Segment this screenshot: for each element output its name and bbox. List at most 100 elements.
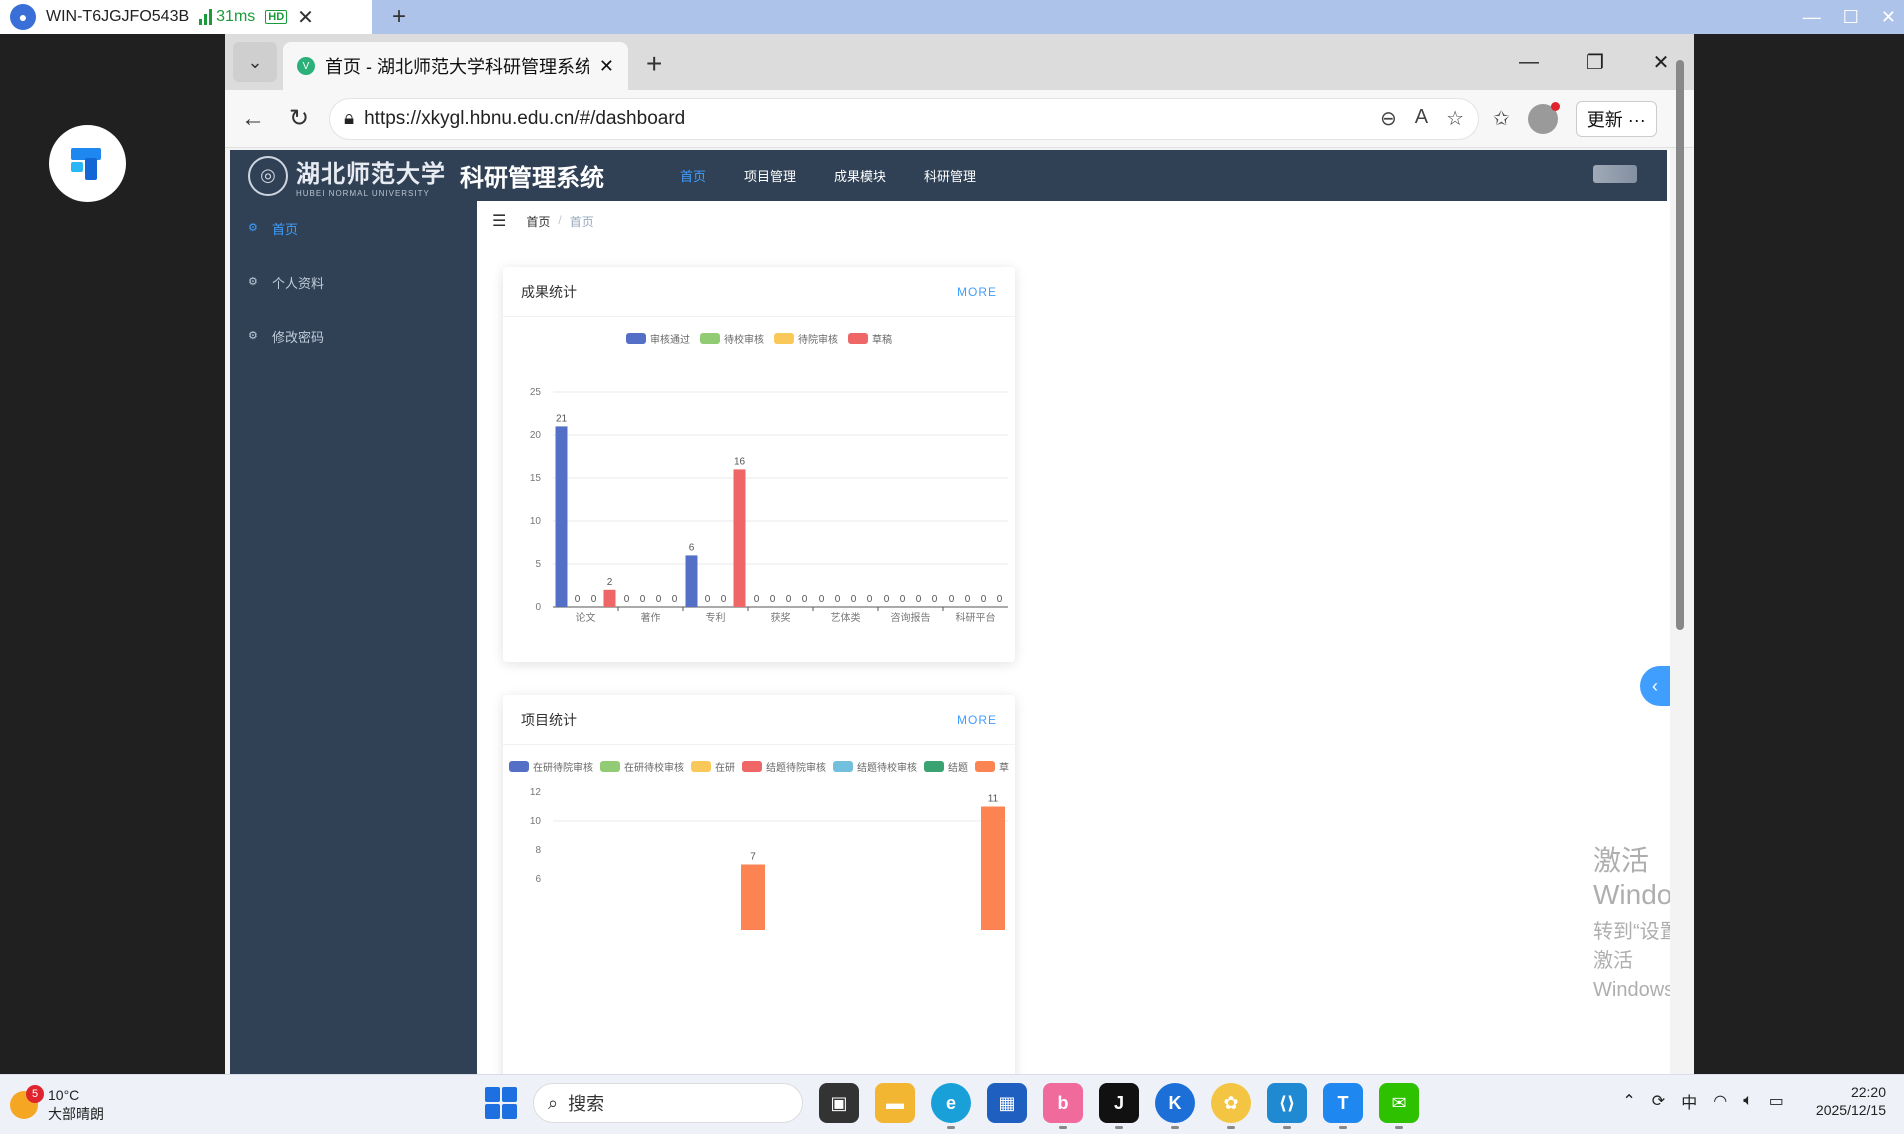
scrollbar-thumb[interactable] <box>1676 60 1684 630</box>
address-bar[interactable]: 🔒︎ https://xkygl.hbnu.edu.cn/#/dashboard… <box>329 97 1479 140</box>
sidebar-item-label: 修改密码 <box>272 329 325 345</box>
legend-item[interactable]: 结题待校审核 <box>833 759 917 774</box>
sidebar-item-home[interactable]: ⚙ 首页 <box>230 201 477 255</box>
legend-label: 草稿 <box>872 335 892 346</box>
volume-icon[interactable]: 🔈︎ <box>1743 1092 1753 1110</box>
wifi-icon[interactable]: ◠ <box>1713 1091 1727 1111</box>
legend-item[interactable]: 草 <box>975 759 1009 774</box>
update-button[interactable]: 更新 ··· <box>1575 100 1657 137</box>
clock[interactable]: 22:20 2025/12/15 <box>1816 1083 1886 1119</box>
url-text: https://xkygl.hbnu.edu.cn/#/dashboard <box>364 107 686 129</box>
time: 22:20 <box>1850 1084 1886 1100</box>
menu-home[interactable]: 首页 <box>680 166 706 185</box>
logo[interactable]: ◎ 湖北师范大学 HUBEI NORMAL UNIVERSITY 科研管理系统 <box>230 154 680 198</box>
more-link[interactable]: MORE <box>957 713 997 727</box>
menu-projects[interactable]: 项目管理 <box>744 166 796 185</box>
minimize-icon[interactable]: — <box>1496 51 1562 74</box>
legend-item[interactable]: 草稿 <box>848 331 892 346</box>
close-icon[interactable]: ✕ <box>1881 7 1896 28</box>
close-tab-icon[interactable]: ✕ <box>599 56 614 77</box>
minimize-icon[interactable]: — <box>1803 7 1821 28</box>
maximize-icon[interactable]: ☐ <box>1843 7 1859 28</box>
new-session-button[interactable]: + <box>392 3 406 31</box>
sync-icon[interactable]: ⟳ <box>1652 1091 1665 1111</box>
user-info[interactable] <box>1593 165 1637 183</box>
data-label: 16 <box>734 456 746 467</box>
data-label: 0 <box>981 594 987 605</box>
browser-tab-active[interactable]: V 首页 - 湖北师范大学科研管理系统 ✕ <box>283 42 628 90</box>
page-viewport: ◎ 湖北师范大学 HUBEI NORMAL UNIVERSITY 科研管理系统 … <box>230 150 1670 1074</box>
edge-browser-icon[interactable]: e <box>931 1083 971 1129</box>
remote-host: WIN-T6JGJFO543B <box>46 8 190 25</box>
close-icon[interactable]: ✕ <box>297 5 314 30</box>
page-scrollbar[interactable] <box>1674 40 1686 952</box>
zoom-icon[interactable]: ⊖ <box>1380 106 1397 131</box>
legend-item[interactable]: 审核通过 <box>626 331 690 346</box>
data-label: 0 <box>835 594 841 605</box>
data-label: 0 <box>591 594 597 605</box>
breadcrumb-item[interactable]: 首页 <box>526 213 550 230</box>
reload-icon[interactable]: ↻ <box>283 104 315 133</box>
menu-achievements[interactable]: 成果模块 <box>834 166 886 185</box>
task-view-icon[interactable]: ▣ <box>819 1083 859 1123</box>
data-label: 0 <box>965 594 971 605</box>
legend-item[interactable]: 结题待院审核 <box>742 759 826 774</box>
sidebar-item-password[interactable]: ⚙ 修改密码 <box>230 309 477 363</box>
bar <box>603 589 616 607</box>
legend-item[interactable]: 待院审核 <box>774 331 838 346</box>
favorite-star-icon[interactable]: ☆ <box>1446 106 1464 131</box>
logo-university-en: HUBEI NORMAL UNIVERSITY <box>296 188 430 198</box>
hamburger-icon[interactable]: ☰ <box>492 211 506 231</box>
file-explorer-icon[interactable]: ▬ <box>875 1083 915 1123</box>
back-icon[interactable]: ← <box>237 105 269 133</box>
y-tick-label: 15 <box>530 473 542 484</box>
sidebar-item-profile[interactable]: ⚙ 个人资料 <box>230 255 477 309</box>
legend-swatch <box>509 761 529 772</box>
desktop-app-icon[interactable] <box>49 125 126 202</box>
legend-label: 待校审核 <box>724 335 764 346</box>
notification-badge: 5 <box>26 1084 44 1103</box>
legend-item[interactable]: 在研待校审核 <box>600 759 684 774</box>
chevron-up-icon[interactable]: ⌃ <box>1622 1091 1635 1111</box>
ime-indicator[interactable]: 中 <box>1681 1089 1697 1113</box>
new-tab-button[interactable]: + <box>646 48 662 80</box>
k-app-icon[interactable]: K <box>1155 1083 1195 1129</box>
password-icon: ⚙ <box>248 330 258 342</box>
vscode-icon[interactable]: ⟨⟩ <box>1267 1083 1307 1129</box>
restore-icon[interactable]: ❐ <box>1562 50 1628 75</box>
yellow-app-icon[interactable]: ✿ <box>1211 1083 1251 1129</box>
legend-label: 在研待校审核 <box>624 763 684 774</box>
latency-indicator: 31ms <box>199 8 255 26</box>
remote-session-tab[interactable]: ● WIN-T6JGJFO543B 31ms HD ✕ <box>0 0 372 34</box>
favorites-icon[interactable]: ✩ <box>1493 106 1510 131</box>
profile-avatar[interactable] <box>1527 101 1560 134</box>
lock-icon: 🔒︎ <box>344 107 355 129</box>
weather-widget[interactable]: 5 10°C 大部晴朗 <box>0 1084 300 1122</box>
tab-actions-button[interactable]: ⌄ <box>233 42 277 82</box>
chart-legend: 审核通过 待校审核 待院审核 草稿 <box>503 331 1015 346</box>
todesk-logo-icon <box>70 147 101 180</box>
breadcrumb-separator: / <box>558 212 562 227</box>
legend-item[interactable]: 在研 <box>691 759 735 774</box>
legend-item[interactable]: 在研待院审核 <box>509 759 593 774</box>
university-seal-icon: ◎ <box>248 155 288 196</box>
start-button[interactable] <box>485 1087 517 1119</box>
data-label: 0 <box>802 594 808 605</box>
wechat-icon[interactable]: ✉ <box>1379 1083 1419 1129</box>
todesk-icon[interactable]: T <box>1323 1083 1363 1129</box>
menu-research[interactable]: 科研管理 <box>924 166 976 185</box>
legend-item[interactable]: 待校审核 <box>700 331 764 346</box>
store-icon[interactable]: ▦ <box>987 1083 1027 1123</box>
legend-swatch <box>774 333 794 344</box>
more-link[interactable]: MORE <box>957 285 997 299</box>
jetbrains-icon[interactable]: J <box>1099 1083 1139 1129</box>
card-title: 项目统计 <box>521 711 577 728</box>
taskbar-search[interactable]: ⌕ 搜索 <box>533 1083 803 1123</box>
sidebar-item-label: 个人资料 <box>272 275 325 291</box>
browser-window: ⌄ V 首页 - 湖北师范大学科研管理系统 ✕ + — ❐ ✕ ← ↻ 🔒︎ h… <box>225 34 1694 1074</box>
read-aloud-icon[interactable]: A <box>1415 106 1428 131</box>
battery-icon[interactable]: ▭ <box>1769 1091 1784 1111</box>
user-icon: ● <box>10 4 36 30</box>
legend-item[interactable]: 结题 <box>924 759 968 774</box>
bilibili-icon[interactable]: b <box>1043 1083 1083 1129</box>
